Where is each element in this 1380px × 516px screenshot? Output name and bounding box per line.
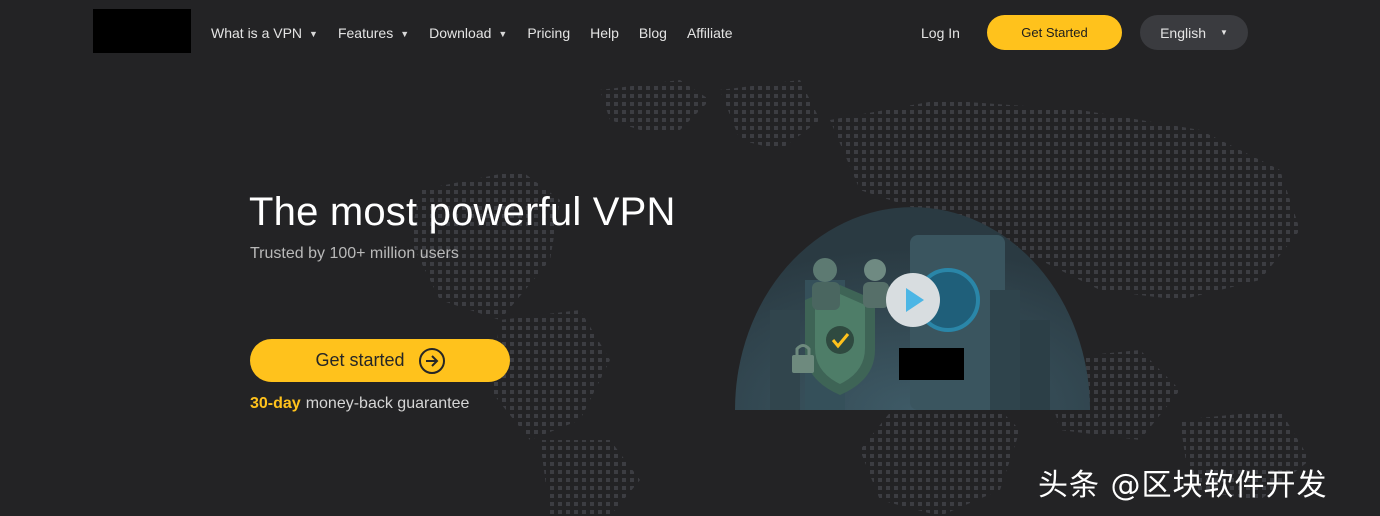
chevron-down-icon: ▼ [498,29,508,39]
nav-item-label: What is a VPN [211,25,303,41]
nav-help[interactable]: Help [590,25,619,41]
caret-down-icon: ▼ [1220,28,1228,37]
nav-download[interactable]: Download ▼ [429,25,507,41]
cta-label: Get started [315,350,405,370]
get-started-button[interactable]: Get started [250,339,510,382]
hero-subtitle: Trusted by 100+ million users [250,245,459,262]
nav-item-label: Blog [638,25,667,41]
nav-affiliate[interactable]: Affiliate [687,25,733,41]
language-label: English [1160,24,1206,41]
get-started-header-button[interactable]: Get Started [987,15,1122,50]
nav-features[interactable]: Features ▼ [338,25,409,41]
hero-illustration [735,207,1090,410]
main-nav: What is a VPN ▼ Features ▼ Download ▼ Pr… [211,24,753,42]
watermark: 头条 @区块软件开发 [1038,468,1328,503]
guarantee-days: 30-day [250,395,301,412]
guarantee-text: money-back guarantee [305,395,470,412]
nav-item-label: Pricing [527,25,571,41]
language-selector[interactable]: English ▼ [1140,15,1248,50]
nav-item-label: Download [429,25,492,41]
money-back-guarantee: 30-day money-back guarantee [250,395,469,413]
nav-pricing[interactable]: Pricing [527,25,570,41]
nav-item-label: Help [590,25,619,41]
arrow-right-icon [418,347,445,374]
login-link[interactable]: Log In [921,25,960,41]
chevron-down-icon: ▼ [400,29,410,39]
site-logo[interactable] [93,9,191,53]
chevron-down-icon: ▼ [309,29,318,39]
nav-what-is-a-vpn[interactable]: What is a VPN ▼ [211,25,318,41]
redacted-area [899,348,964,380]
nav-item-label: Affiliate [686,25,733,41]
nav-item-label: Features [337,25,394,41]
nav-blog[interactable]: Blog [639,25,667,41]
hero-title: The most powerful VPN [249,190,676,234]
